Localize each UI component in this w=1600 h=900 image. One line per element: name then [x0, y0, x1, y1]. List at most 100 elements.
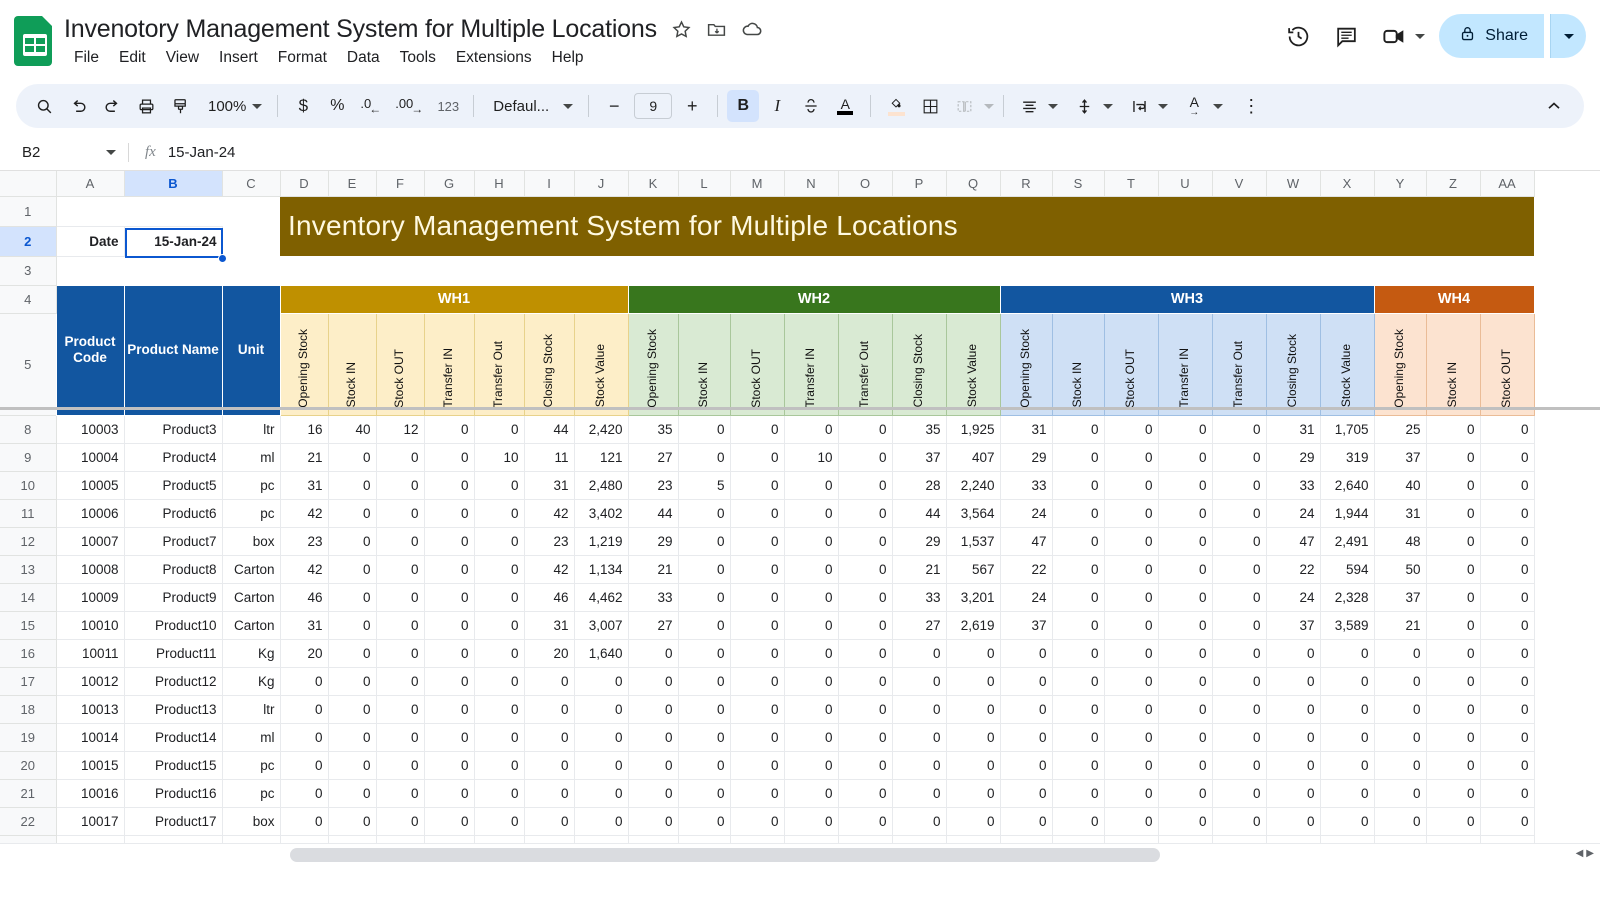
cell-wh3-stock-in[interactable]: 0: [1051, 778, 1105, 808]
cell-wh1-stock-value[interactable]: 0: [573, 666, 629, 696]
subheader-WH1-transfer-in[interactable]: Transfer IN: [423, 312, 475, 416]
row-header-19[interactable]: 19: [0, 722, 57, 752]
cell-unit[interactable]: box: [221, 806, 281, 836]
cell-wh1-stock-out[interactable]: 0: [375, 498, 425, 528]
scroll-left-icon[interactable]: ◀: [1576, 848, 1584, 859]
cell-wh1-stock-value[interactable]: 2,420: [573, 414, 629, 444]
cell-wh3-opening-stock[interactable]: 0: [999, 806, 1053, 836]
cell-product-code[interactable]: 10015: [55, 750, 125, 780]
subheader-WH3-stock-value[interactable]: Stock Value: [1319, 312, 1375, 416]
cell-wh2-stock-value[interactable]: 3,201: [945, 582, 1001, 612]
cell-wh2-closing-stock[interactable]: 37: [891, 442, 947, 472]
cell-wh2-stock-value[interactable]: 0: [945, 806, 1001, 836]
cell-wh3-closing-stock[interactable]: 22: [1265, 554, 1321, 584]
column-header-S[interactable]: S: [1051, 171, 1105, 197]
cell-wh1-transfer-in[interactable]: 0: [423, 722, 475, 752]
cell-wh1-transfer-out[interactable]: 0: [473, 526, 525, 556]
cell-wh1-opening-stock[interactable]: 46: [279, 582, 329, 612]
cell-wh3-transfer-out[interactable]: 0: [1211, 750, 1267, 780]
cell-wh1-opening-stock[interactable]: 21: [279, 442, 329, 472]
cell-wh3-opening-stock[interactable]: 24: [999, 498, 1053, 528]
cell-wh2-closing-stock[interactable]: 0: [891, 722, 947, 752]
cell-wh1-transfer-out[interactable]: 0: [473, 554, 525, 584]
cell-wh3-transfer-out[interactable]: 0: [1211, 806, 1267, 836]
cell-wh2-stock-in[interactable]: 0: [677, 778, 731, 808]
menu-edit[interactable]: Edit: [111, 46, 154, 70]
warehouse-band-WH1[interactable]: WH1: [279, 284, 629, 314]
cell-unit[interactable]: box: [221, 526, 281, 556]
column-header-W[interactable]: W: [1265, 171, 1321, 197]
collapse-toolbar-icon[interactable]: [1538, 90, 1570, 122]
cell-wh4-stock-in[interactable]: 0: [1425, 526, 1481, 556]
cell-wh2-transfer-out[interactable]: 0: [837, 722, 893, 752]
row-header-3[interactable]: 3: [0, 255, 57, 286]
cell-wh3-transfer-in[interactable]: 0: [1157, 778, 1213, 808]
cell-wh4-stock-in[interactable]: 0: [1425, 554, 1481, 584]
cell-wh4-opening-stock[interactable]: 21: [1373, 610, 1427, 640]
subheader-WH2-closing-stock[interactable]: Closing Stock: [891, 312, 947, 416]
cell-wh3-closing-stock[interactable]: 31: [1265, 414, 1321, 444]
cell-wh1-stock-value[interactable]: 0: [573, 722, 629, 752]
cell-unit[interactable]: ltr: [221, 694, 281, 724]
cell-wh1-stock-out[interactable]: 0: [375, 750, 425, 780]
cell-wh2-stock-in[interactable]: 0: [677, 722, 731, 752]
subheader-WH2-opening-stock[interactable]: Opening Stock: [627, 312, 679, 416]
cell-wh4-stock-out[interactable]: 0: [1479, 414, 1535, 444]
cell-wh2-transfer-out[interactable]: 0: [837, 470, 893, 500]
cell-wh4-opening-stock[interactable]: 0: [1373, 722, 1427, 752]
cell-wh1-stock-in[interactable]: 0: [327, 526, 377, 556]
cell-wh2-transfer-in[interactable]: 0: [783, 638, 839, 668]
cell-unit[interactable]: pc: [221, 778, 281, 808]
menu-data[interactable]: Data: [339, 46, 388, 70]
cell-wh2-stock-value[interactable]: 0: [945, 666, 1001, 696]
cell-wh3-transfer-out[interactable]: 0: [1211, 694, 1267, 724]
chevron-down-icon[interactable]: [984, 103, 995, 109]
cell-wh3-stock-value[interactable]: 0: [1319, 694, 1375, 724]
cell-wh2-transfer-in[interactable]: 0: [783, 806, 839, 836]
column-header-Y[interactable]: Y: [1373, 171, 1427, 197]
cell-wh2-stock-value[interactable]: 0: [945, 694, 1001, 724]
cell-wh2-closing-stock[interactable]: 0: [891, 806, 947, 836]
bold-button[interactable]: B: [727, 90, 760, 122]
cell-wh3-stock-in[interactable]: 0: [1051, 526, 1105, 556]
scrollbar-arrows[interactable]: ◀ ▶: [1576, 848, 1594, 859]
cell-product-code[interactable]: 10017: [55, 806, 125, 836]
meet-video-icon[interactable]: [1373, 15, 1415, 57]
percent-format-button[interactable]: %: [321, 90, 353, 122]
cell-wh1-opening-stock[interactable]: 0: [279, 694, 329, 724]
cell-wh4-stock-out[interactable]: 0: [1479, 666, 1535, 696]
align-vertical-icon[interactable]: [1068, 90, 1100, 122]
cell-product-name[interactable]: Product3: [123, 414, 223, 444]
cell-wh1-closing-stock[interactable]: 31: [523, 470, 575, 500]
cell-wh4-stock-in[interactable]: 0: [1425, 610, 1481, 640]
cell-wh1-transfer-out[interactable]: 0: [473, 414, 525, 444]
cell-wh1-transfer-in[interactable]: 0: [423, 638, 475, 668]
cell-product-code[interactable]: 10009: [55, 582, 125, 612]
cell-wh3-stock-value[interactable]: 319: [1319, 442, 1375, 472]
italic-button[interactable]: I: [761, 90, 793, 122]
row-header-14[interactable]: 14: [0, 582, 57, 612]
text-wrap-icon[interactable]: [1123, 90, 1155, 122]
cell-wh2-stock-value[interactable]: 0: [945, 638, 1001, 668]
cell-wh1-transfer-out[interactable]: 10: [473, 442, 525, 472]
subheader-WH2-transfer-in[interactable]: Transfer IN: [783, 312, 839, 416]
cell-product-name[interactable]: Product17: [123, 806, 223, 836]
cell-wh1-stock-value[interactable]: 1,640: [573, 638, 629, 668]
cell-wh1-transfer-in[interactable]: 0: [423, 554, 475, 584]
cell-product-code[interactable]: 10003: [55, 414, 125, 444]
horizontal-scrollbar[interactable]: ◀ ▶: [0, 843, 1600, 865]
cell-wh1-closing-stock[interactable]: 42: [523, 498, 575, 528]
cell-wh4-stock-out[interactable]: 0: [1479, 722, 1535, 752]
cell-wh4-stock-in[interactable]: 0: [1425, 582, 1481, 612]
chevron-down-icon[interactable]: [1158, 103, 1169, 109]
cell-wh2-stock-out[interactable]: 0: [729, 806, 785, 836]
font-family-selector[interactable]: Defaul...: [483, 90, 579, 122]
subheader-WH3-closing-stock[interactable]: Closing Stock: [1265, 312, 1321, 416]
cell-wh3-closing-stock[interactable]: 0: [1265, 722, 1321, 752]
cell-wh1-opening-stock[interactable]: 20: [279, 638, 329, 668]
cell-wh3-stock-out[interactable]: 0: [1103, 414, 1159, 444]
scrollbar-track[interactable]: [290, 848, 1540, 862]
cell-wh2-closing-stock[interactable]: 28: [891, 470, 947, 500]
cell-unit[interactable]: Carton: [221, 554, 281, 584]
search-button[interactable]: [28, 90, 60, 122]
